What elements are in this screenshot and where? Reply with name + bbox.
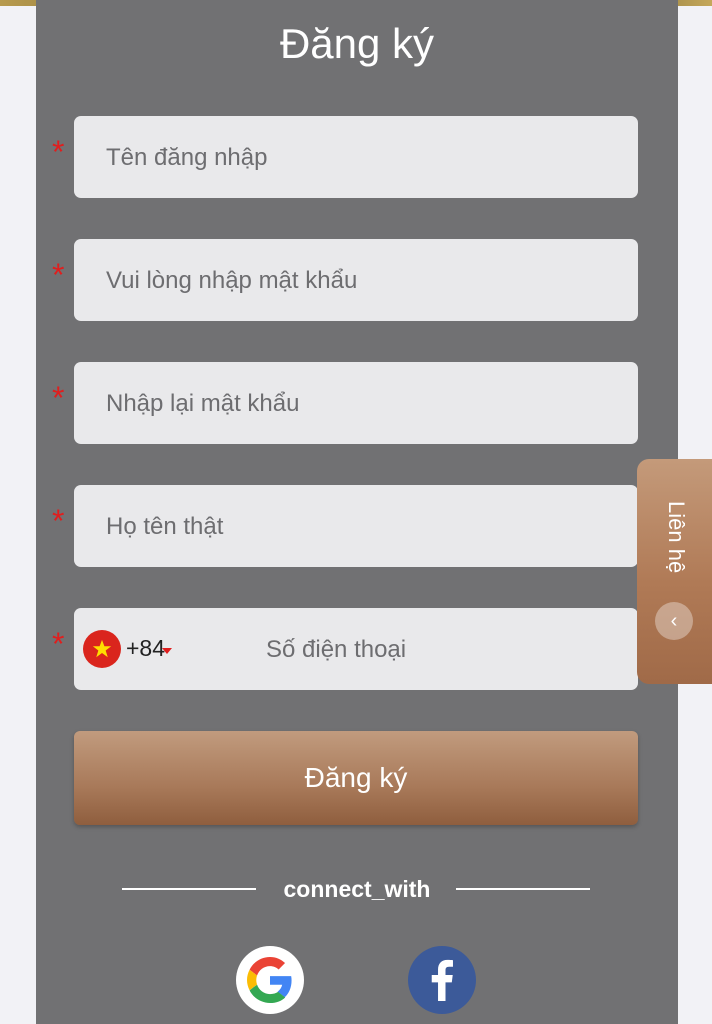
- password-input[interactable]: [104, 239, 618, 323]
- star-icon: [92, 639, 112, 658]
- fullname-input[interactable]: [104, 485, 618, 569]
- fullname-field-box: [74, 485, 638, 569]
- confirm-password-input[interactable]: [104, 362, 618, 446]
- username-field-box: [74, 116, 638, 200]
- page-title: Đăng ký: [279, 20, 435, 67]
- contact-tab-label: Liên hệ: [664, 501, 689, 574]
- confirm-password-field-box: [74, 362, 638, 446]
- phone-input[interactable]: [264, 608, 618, 692]
- facebook-icon: [431, 959, 453, 1001]
- chevron-down-icon[interactable]: [162, 648, 172, 654]
- phone-field-box: +84: [74, 608, 638, 692]
- fullname-row: *: [36, 485, 678, 569]
- confirm-password-row: *: [36, 362, 678, 446]
- username-input[interactable]: [104, 116, 618, 200]
- phone-row: * +84: [36, 608, 678, 692]
- required-mark: *: [52, 503, 65, 539]
- contact-tab[interactable]: Liên hệ ‹: [637, 459, 712, 684]
- required-mark: *: [52, 257, 65, 293]
- username-row: *: [36, 116, 678, 200]
- dial-code[interactable]: +84: [126, 635, 165, 662]
- google-icon: [247, 957, 292, 1003]
- password-row: *: [36, 239, 678, 323]
- facebook-login-button[interactable]: [408, 946, 476, 1014]
- required-mark: *: [52, 380, 65, 416]
- vietnam-flag-icon[interactable]: [83, 630, 121, 668]
- password-field-box: [74, 239, 638, 323]
- required-mark: *: [52, 626, 65, 662]
- chevron-left-icon[interactable]: ‹: [655, 602, 693, 640]
- connect-divider: connect_with: [36, 874, 678, 904]
- divider-line-right: [456, 888, 590, 890]
- google-login-button[interactable]: [236, 946, 304, 1014]
- required-mark: *: [52, 134, 65, 170]
- register-button[interactable]: Đăng ký: [74, 731, 638, 825]
- register-panel: Đăng ký * * * * * +84: [36, 0, 678, 1024]
